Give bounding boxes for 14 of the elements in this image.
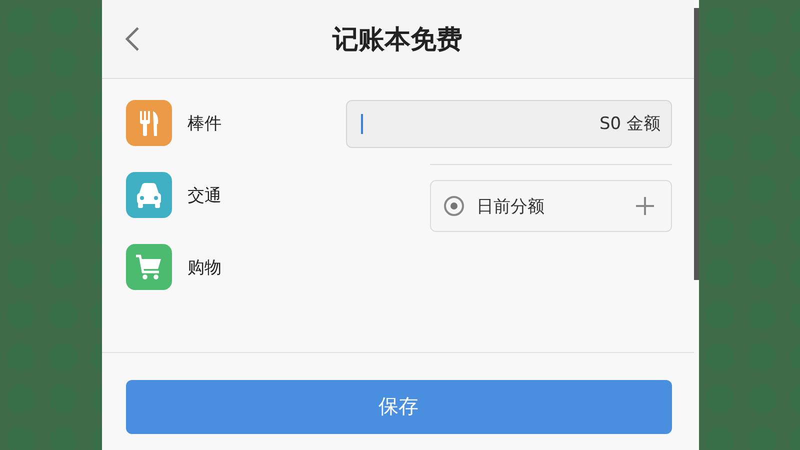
cart-icon[interactable] [126,244,172,290]
back-icon[interactable] [124,26,140,52]
scrollbar[interactable] [694,0,698,450]
text-cursor [360,114,362,134]
car-icon[interactable] [126,172,172,218]
category-label[interactable]: 棒件 [188,112,222,134]
category-label[interactable]: 购物 [188,256,222,278]
amount-field[interactable]: S0 金额 [346,100,672,148]
radio-icon [442,195,464,217]
plus-icon[interactable] [634,196,654,216]
screen-title: 记账本免费 [332,24,462,56]
category-field[interactable]: 日前分额 [430,180,672,232]
cutlery-icon[interactable] [126,100,172,146]
category-label[interactable]: 交通 [188,184,222,206]
